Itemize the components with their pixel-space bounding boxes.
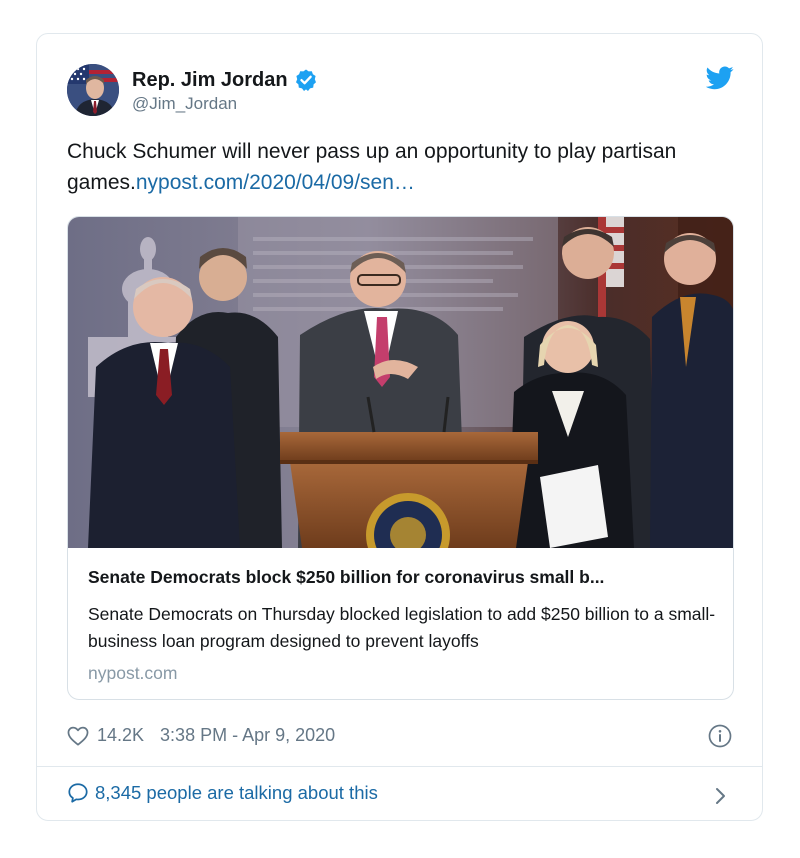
link-card-description: Senate Democrats on Thursday blocked leg… xyxy=(88,604,716,651)
heart-icon[interactable] xyxy=(67,726,89,746)
article-photo[interactable] xyxy=(68,217,733,548)
link-preview-card[interactable]: Senate Democrats block $250 billion for … xyxy=(67,216,734,700)
tweet-text: Chuck Schumer will never pass up an oppo… xyxy=(67,136,707,198)
tweet-card[interactable]: Rep. Jim Jordan @Jim_Jordan Chuck Schume… xyxy=(36,33,763,821)
like-count[interactable]: 14.2K xyxy=(97,725,144,746)
tweet-link[interactable]: nypost.com/2020/04/09/sen… xyxy=(136,171,415,194)
link-card-title[interactable]: Senate Democrats block $250 billion for … xyxy=(88,567,718,588)
link-card-domain: nypost.com xyxy=(88,663,178,683)
avatar[interactable] xyxy=(67,64,119,116)
tweet-meta-row: 14.2K 3:38 PM - Apr 9, 2020 xyxy=(67,725,335,746)
info-icon[interactable] xyxy=(708,724,732,748)
author-name-row[interactable]: Rep. Jim Jordan xyxy=(132,68,318,92)
speech-bubble-icon xyxy=(67,782,89,804)
twitter-bird-icon[interactable] xyxy=(705,66,734,90)
conversation-count[interactable]: 8,345 people are talking about this xyxy=(95,782,378,804)
divider xyxy=(37,766,762,767)
handle[interactable]: @Jim_Jordan xyxy=(132,94,237,114)
verified-badge-icon xyxy=(294,68,318,92)
chevron-right-icon[interactable] xyxy=(714,785,728,807)
timestamp[interactable]: 3:38 PM - Apr 9, 2020 xyxy=(160,725,335,746)
conversation-link[interactable]: 8,345 people are talking about this xyxy=(67,782,378,804)
display-name[interactable]: Rep. Jim Jordan xyxy=(132,69,288,92)
